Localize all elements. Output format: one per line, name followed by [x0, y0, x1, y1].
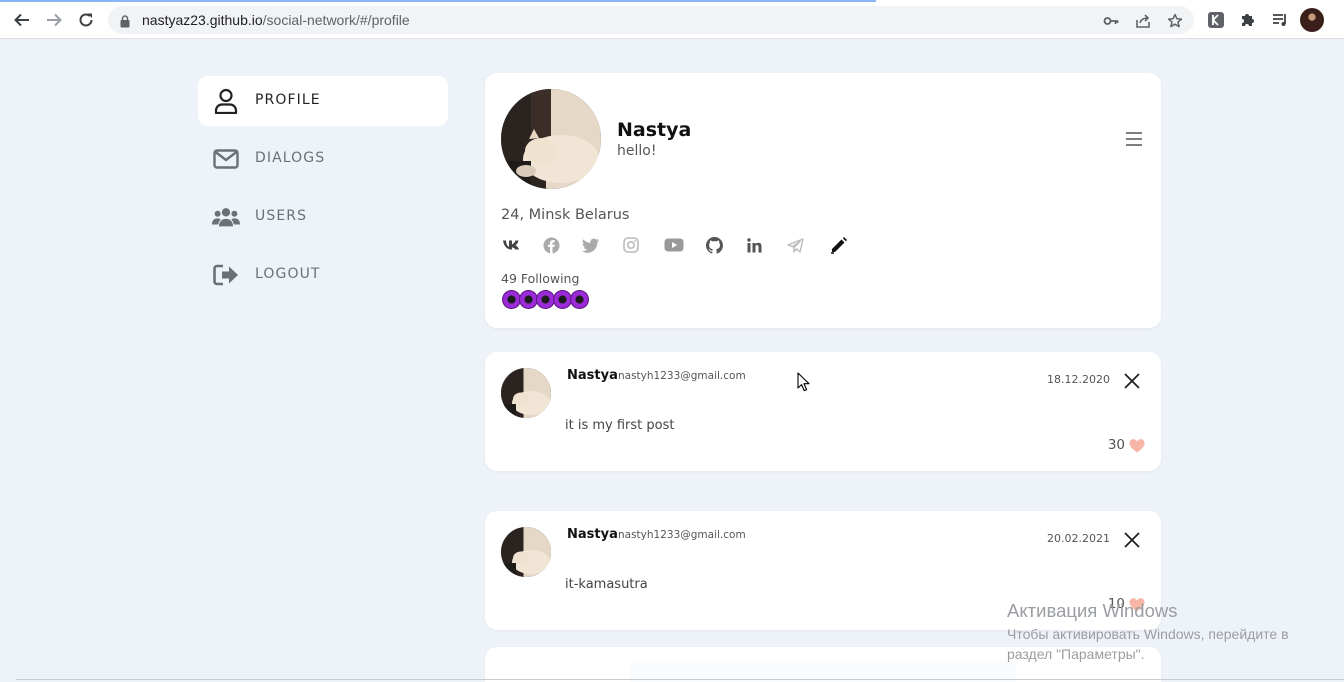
sidebar-item-label: LOGOUT	[255, 266, 321, 282]
sidebar-item-users[interactable]: USERS	[198, 192, 448, 242]
browser-profile-avatar[interactable]	[1300, 8, 1324, 32]
windows-activation-watermark: Активация Windows Чтобы активировать Win…	[1007, 600, 1289, 664]
close-icon[interactable]	[1123, 531, 1141, 549]
profile-status: hello!	[617, 143, 657, 159]
watermark-title: Активация Windows	[1007, 600, 1178, 621]
sidebar-item-profile[interactable]: PROFILE	[198, 76, 448, 126]
logout-icon	[212, 261, 240, 289]
post-date: 20.02.2021	[1047, 532, 1110, 545]
github-icon[interactable]	[704, 235, 724, 255]
media-list-icon[interactable]	[1270, 10, 1290, 30]
post-like-count: 30	[1107, 437, 1125, 453]
hamburger-menu-icon[interactable]	[1125, 131, 1143, 147]
divider	[16, 679, 1344, 680]
star-icon[interactable]	[1166, 12, 1184, 30]
sidebar-item-label: PROFILE	[255, 92, 321, 108]
sidebar-item-label: DIALOGS	[255, 150, 326, 166]
key-icon[interactable]	[1102, 12, 1120, 30]
profile-avatar	[501, 89, 601, 189]
post-text: it-kamasutra	[565, 577, 648, 592]
linkedin-icon[interactable]	[744, 235, 764, 255]
following-avatar[interactable]	[570, 290, 589, 309]
share-icon[interactable]	[1134, 12, 1152, 30]
lock-icon	[120, 13, 130, 32]
post-avatar	[501, 527, 551, 577]
envelope-icon	[212, 145, 240, 173]
extension-icon[interactable]	[1206, 10, 1226, 30]
heart-icon[interactable]	[1129, 438, 1145, 453]
url-text: nastyaz23.github.io/social-network/#/pro…	[142, 12, 410, 28]
sidebar-item-label: USERS	[255, 208, 308, 224]
post-avatar	[501, 368, 551, 418]
edit-pencil-icon[interactable]	[829, 235, 849, 255]
twitter-icon[interactable]	[581, 235, 601, 255]
users-icon	[212, 203, 240, 231]
post-text: it is my first post	[565, 418, 675, 433]
youtube-icon[interactable]	[664, 235, 684, 255]
post-date: 18.12.2020	[1047, 373, 1110, 386]
sidebar-item-logout[interactable]: LOGOUT	[198, 250, 448, 300]
telegram-icon[interactable]	[785, 235, 805, 255]
instagram-icon[interactable]	[621, 235, 641, 255]
watermark-line: Чтобы активировать Windows, перейдите в	[1007, 626, 1289, 642]
address-bar[interactable]: nastyaz23.github.io/social-network/#/pro…	[108, 6, 1194, 34]
post-email: nastyh1233@gmail.com	[618, 370, 746, 382]
post-card: Nastya nastyh1233@gmail.com 18.12.2020 i…	[485, 352, 1161, 471]
post-author: Nastya	[567, 368, 618, 383]
profile-card: Nastya hello! 24, Minsk Belarus 49 Follo…	[485, 73, 1161, 328]
watermark-line: раздел "Параметры".	[1007, 646, 1145, 662]
forward-icon[interactable]	[42, 8, 66, 32]
post-author: Nastya	[567, 527, 618, 542]
page-load-progress	[0, 0, 876, 2]
profile-name: Nastya	[617, 119, 692, 141]
sidebar-item-dialogs[interactable]: DIALOGS	[198, 134, 448, 184]
puzzle-icon[interactable]	[1238, 10, 1258, 30]
facebook-icon[interactable]	[541, 235, 561, 255]
vk-icon[interactable]	[501, 235, 521, 255]
mouse-cursor-icon	[797, 372, 811, 392]
profile-location: 24, Minsk Belarus	[501, 207, 630, 223]
following-count: 49 Following	[501, 271, 580, 286]
reload-icon[interactable]	[74, 8, 98, 32]
browser-toolbar: nastyaz23.github.io/social-network/#/pro…	[0, 0, 1344, 39]
close-icon[interactable]	[1123, 372, 1141, 390]
user-icon	[212, 87, 240, 115]
post-email: nastyh1233@gmail.com	[618, 529, 746, 541]
back-icon[interactable]	[10, 8, 34, 32]
